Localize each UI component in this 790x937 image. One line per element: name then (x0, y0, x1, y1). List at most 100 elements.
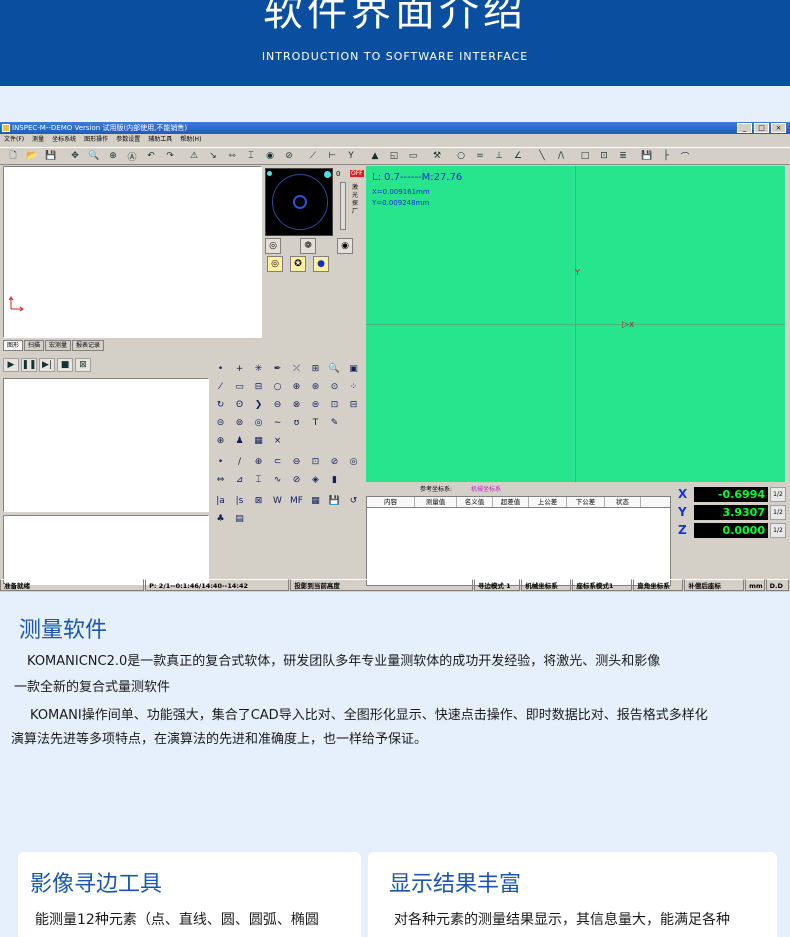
coax-light-icon[interactable]: ◉ (337, 238, 353, 254)
step-icon[interactable]: ▶| (39, 358, 55, 372)
lens-preview[interactable] (265, 168, 333, 236)
menu-item[interactable]: 坐标系统 (52, 134, 76, 146)
measure-tool-icon[interactable]: ↻ (212, 396, 229, 413)
measure-tool-icon[interactable]: ⊟ (345, 396, 362, 413)
menu-item[interactable]: 参数设置 (116, 134, 140, 146)
circle-icon[interactable]: ○ (452, 149, 470, 164)
maximize-button[interactable]: □ (754, 123, 769, 133)
lines-icon[interactable]: /\ (552, 149, 570, 164)
measure-tool-icon[interactable]: ⌶ (250, 471, 267, 488)
up-arrow-icon[interactable]: ▲ (366, 149, 384, 164)
resolution-button[interactable]: 1/2 (770, 505, 786, 520)
measure-icon[interactable]: ↘ (204, 149, 222, 164)
square-icon[interactable]: □ (576, 149, 594, 164)
measure-tool-icon[interactable]: ∼ (269, 414, 286, 431)
program-list[interactable] (3, 515, 209, 585)
equal-icon[interactable]: = (471, 149, 489, 164)
pause-icon[interactable]: ❚❚ (21, 358, 37, 372)
measure-tool-icon[interactable]: ⊜ (307, 396, 324, 413)
measure-tool-icon[interactable]: ◎ (250, 414, 267, 431)
laser-slider[interactable] (340, 182, 346, 230)
move-icon[interactable]: ✥ (66, 149, 84, 164)
measure-tool-icon[interactable]: ⊠ (250, 492, 267, 509)
line-tool-icon[interactable]: ⟋ (304, 149, 322, 164)
measure-tool-icon[interactable]: ⊖ (288, 453, 305, 470)
measure-tool-icon[interactable]: ⊚ (231, 414, 248, 431)
measure-tool-icon[interactable]: ↺ (345, 492, 362, 509)
width-icon[interactable]: ⊢ (323, 149, 341, 164)
measure-tool-icon[interactable]: ⊘ (326, 453, 343, 470)
measure-tool-icon[interactable]: ⊙ (326, 378, 343, 395)
measure-tool-icon[interactable]: × (269, 432, 286, 449)
measure-tool-icon[interactable]: ⊿ (231, 471, 248, 488)
measure-tool-icon[interactable]: ◎ (345, 453, 362, 470)
measure-tool-icon[interactable]: 💾 (326, 492, 343, 509)
measure-tool-icon[interactable]: ▦ (250, 432, 267, 449)
axis-icon[interactable]: ├ (657, 149, 675, 164)
open-folder-icon[interactable]: 📂 (23, 149, 41, 164)
light-mode-3-icon[interactable]: ● (313, 256, 329, 272)
tab-macro[interactable]: 宏测量 (45, 340, 72, 351)
menu-item[interactable]: 帮助(H) (180, 134, 201, 146)
measure-tool-icon[interactable]: ⊛ (307, 378, 324, 395)
minimize-button[interactable]: _ (737, 123, 752, 133)
stop-icon[interactable]: ■ (57, 358, 73, 372)
measure-tool-icon[interactable]: ⁘ (345, 378, 362, 395)
save-icon[interactable]: 💾 (42, 149, 60, 164)
menu-item[interactable]: 辅助工具 (148, 134, 172, 146)
new-file-icon[interactable]: 🗋 (4, 149, 22, 164)
measure-tool-icon[interactable]: ⊕ (250, 453, 267, 470)
tab-graph[interactable]: 图形 (3, 340, 24, 351)
measure-tool-icon[interactable]: ▮ (326, 471, 343, 488)
results-table[interactable]: 内容 测量值 名义值 超差值 上公差 下公差 状态 (366, 496, 671, 586)
angle-dim-icon[interactable]: ⊘ (280, 149, 298, 164)
measure-list[interactable] (3, 378, 209, 512)
measure-tool-icon[interactable]: • (212, 360, 229, 377)
play-icon[interactable]: ▶ (3, 358, 19, 372)
measure-tool-icon[interactable]: ⊂ (269, 453, 286, 470)
measure-tool-icon[interactable]: ▤ (231, 510, 248, 527)
measure-tool-icon[interactable]: |a (212, 492, 229, 509)
measure-tool-icon[interactable] (345, 414, 362, 431)
measure-tool-icon[interactable]: ✎ (326, 414, 343, 431)
save2-icon[interactable]: 💾 (638, 149, 656, 164)
tab-scan[interactable]: 扫描 (24, 340, 45, 351)
snap-icon[interactable]: ⚠ (185, 149, 203, 164)
resolution-button[interactable]: 1/2 (770, 487, 786, 502)
ring-light-icon[interactable]: ◎ (265, 238, 281, 254)
measure-tool-icon[interactable]: ○ (269, 378, 286, 395)
tab-report[interactable]: 报表记录 (72, 340, 105, 351)
graphics-panel[interactable] (3, 166, 262, 338)
redo-icon[interactable]: ↷ (161, 149, 179, 164)
close-button[interactable]: × (771, 123, 786, 133)
zoom-fit-icon[interactable]: ⊕ (104, 149, 122, 164)
measure-tool-icon[interactable]: ⁄ (212, 378, 229, 395)
menu-item[interactable]: 测量 (32, 134, 44, 146)
measure-tool-icon[interactable]: ⊕ (212, 432, 229, 449)
measure-tool-icon[interactable]: |s (231, 492, 248, 509)
measure-tool-icon[interactable]: ⊗ (288, 396, 305, 413)
measure-tool-icon[interactable]: ❯ (250, 396, 267, 413)
image-view[interactable]: L: 0.7------M:27.76 X=0.009161mm Y=0.009… (366, 166, 785, 482)
measure-tool-icon[interactable]: ∿ (269, 471, 286, 488)
measure-tool-icon[interactable]: ✒ (269, 360, 286, 377)
zoom-text-icon[interactable]: Ⓐ (123, 149, 141, 164)
clear-icon[interactable]: ⊠ (75, 358, 91, 372)
measure-tool-icon[interactable]: ✳ (250, 360, 267, 377)
measure-tool-icon[interactable]: ʊ (288, 414, 305, 431)
slash-icon[interactable]: ╲ (533, 149, 551, 164)
measure-tool-icon[interactable]: ♣ (212, 510, 229, 527)
measure-tool-icon[interactable]: ▦ (307, 492, 324, 509)
measure-tool-icon[interactable]: / (231, 453, 248, 470)
measure-tool-icon[interactable]: ◈ (307, 471, 324, 488)
tools-icon[interactable]: ⚒ (428, 149, 446, 164)
measure-tool-icon[interactable]: ⊝ (212, 414, 229, 431)
measure-tool-icon[interactable]: ⊘ (288, 471, 305, 488)
measure-tool-icon[interactable]: ▣ (345, 360, 362, 377)
list-icon[interactable]: ≣ (614, 149, 632, 164)
perp-icon[interactable]: ⊥ (490, 149, 508, 164)
rect-icon[interactable]: ▭ (404, 149, 422, 164)
measure-tool-icon[interactable]: ⊟ (250, 378, 267, 395)
measure-tool-icon[interactable]: ⊖ (269, 396, 286, 413)
measure-tool-icon[interactable]: ʘ (231, 396, 248, 413)
